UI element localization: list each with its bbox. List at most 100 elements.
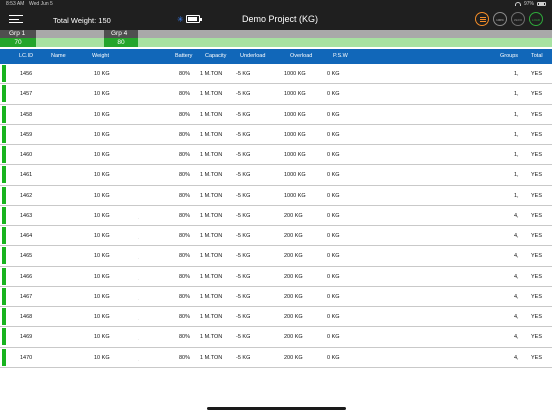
- cell-lcid: 1469: [20, 334, 33, 341]
- cell-groups: 1,: [514, 111, 519, 118]
- cell-overload: 200 KG: [284, 212, 303, 219]
- cell-groups: 4,: [514, 212, 519, 219]
- cell-lcid: 1458: [20, 111, 33, 118]
- cell-battery: 80%: [179, 354, 191, 361]
- table-row[interactable]: 1466. 10 KG 80% 1 M.TON -5 KG 200 KG 0 KG 4, YES: [0, 266, 552, 287]
- cell-total: YES: [531, 273, 543, 280]
- cell-lcid: 1461: [20, 172, 33, 179]
- cell-name-marker: .: [138, 275, 140, 281]
- cell-battery: 80%: [179, 212, 191, 219]
- percent-button[interactable]: 100%: [493, 12, 507, 26]
- cell-lcid: 1465: [20, 253, 33, 260]
- cell-name-marker: .: [138, 255, 140, 261]
- cell-capacity: 1 M.TON: [200, 354, 223, 361]
- col-capacity[interactable]: Capacity: [205, 53, 226, 59]
- cell-weight: 10 KG: [94, 273, 110, 280]
- cell-lcid: 1456: [20, 71, 33, 77]
- cell-weight: 10 KG: [94, 131, 110, 138]
- cell-psw: 0 KG: [327, 293, 340, 300]
- cell-groups: 4,: [514, 334, 519, 341]
- col-total[interactable]: Total: [531, 53, 543, 59]
- table-row[interactable]: 1468. 10 KG 80% 1 M.TON -5 KG 200 KG 0 KG 4, YES: [0, 307, 552, 328]
- table-row[interactable]: 1458 10 KG 80% 1 M.TON -5 KG 1000 KG 0 KG 1, YES: [0, 104, 552, 125]
- col-underload[interactable]: Underload: [240, 53, 265, 59]
- cell-total: YES: [531, 71, 543, 77]
- table-row[interactable]: 1464. 10 KG 80% 1 M.TON -5 KG 200 KG 0 KG 4, YES: [0, 226, 552, 247]
- table-row[interactable]: 1463. 10 KG 80% 1 M.TON -5 KG 200 KG 0 KG 4, YES: [0, 205, 552, 226]
- load-button[interactable]: LOAD: [529, 12, 543, 26]
- status-bar: 8:53 AM Wed Jun 5 97%: [0, 0, 552, 9]
- cell-weight: 10 KG: [94, 91, 110, 98]
- cell-weight: 10 KG: [94, 354, 110, 361]
- cell-psw: 0 KG: [327, 273, 340, 280]
- cell-underload: -5 KG: [236, 71, 251, 77]
- cell-overload: 200 KG: [284, 293, 303, 300]
- cell-weight: 10 KG: [94, 314, 110, 320]
- cell-total: YES: [531, 354, 543, 361]
- cell-groups: 1,: [514, 131, 519, 138]
- status-date: Wed Jun 5: [29, 1, 53, 7]
- cell-battery: 80%: [179, 334, 191, 341]
- table-row[interactable]: 1467. 10 KG 80% 1 M.TON -5 KG 200 KG 0 KG 4, YES: [0, 286, 552, 307]
- cell-total: YES: [531, 212, 543, 219]
- zero-button[interactable]: ZERO: [511, 12, 525, 26]
- cell-underload: -5 KG: [236, 212, 251, 219]
- col-battery[interactable]: Battery: [175, 53, 192, 59]
- cell-capacity: 1 M.TON: [200, 71, 223, 77]
- cell-capacity: 1 M.TON: [200, 253, 223, 260]
- cell-capacity: 1 M.TON: [200, 314, 223, 320]
- cell-overload: 1000 KG: [284, 152, 306, 158]
- cell-overload: 1000 KG: [284, 91, 306, 98]
- table-row[interactable]: 1461 10 KG 80% 1 M.TON -5 KG 1000 KG 0 KG 1, YES: [0, 165, 552, 186]
- group-card-4[interactable]: Grp 4 80: [104, 30, 138, 47]
- group-card-1[interactable]: Grp 1 70: [0, 30, 36, 47]
- status-indicator: [2, 85, 6, 103]
- cell-lcid: 1462: [20, 192, 33, 199]
- cell-underload: -5 KG: [236, 192, 251, 199]
- cell-overload: 1000 KG: [284, 71, 306, 77]
- table-row[interactable]: 1460 10 KG 80% 1 M.TON -5 KG 1000 KG 0 KG 1, YES: [0, 145, 552, 166]
- table-row[interactable]: 1456 10 KG 80% 1 M.TON -5 KG 1000 KG 0 KG 1, YES: [0, 64, 552, 85]
- table-row[interactable]: 1457 10 KG 80% 1 M.TON -5 KG 1000 KG 0 KG 1, YES: [0, 84, 552, 105]
- status-indicator: [2, 206, 6, 224]
- home-indicator[interactable]: [207, 407, 346, 410]
- cell-lcid: 1459: [20, 131, 33, 138]
- status-indicator: [2, 105, 6, 123]
- table-row[interactable]: 1462 10 KG 80% 1 M.TON -5 KG 1000 KG 0 KG 1, YES: [0, 185, 552, 206]
- table-row[interactable]: 1459 10 KG 80% 1 M.TON -5 KG 1000 KG 0 KG 1, YES: [0, 124, 552, 145]
- cell-groups: 1,: [514, 91, 519, 98]
- col-lcid[interactable]: LC.ID: [19, 53, 33, 59]
- cell-psw: 0 KG: [327, 192, 340, 199]
- cell-total: YES: [531, 293, 543, 300]
- menu-icon[interactable]: [9, 15, 23, 24]
- col-psw[interactable]: P.S.W: [333, 53, 348, 59]
- col-weight[interactable]: Weight: [92, 53, 109, 59]
- total-weight-label: Total Weight: 150: [53, 16, 111, 25]
- table-row[interactable]: 1470. 10 KG 80% 1 M.TON -5 KG 200 KG 0 KG 4, YES: [0, 347, 552, 368]
- cell-overload: 1000 KG: [284, 111, 306, 118]
- app-header: 8:53 AM Wed Jun 5 97% Total Weight: 150 …: [0, 0, 552, 30]
- cell-underload: -5 KG: [236, 91, 251, 98]
- cell-psw: 0 KG: [327, 91, 340, 98]
- cell-capacity: 1 M.TON: [200, 273, 223, 280]
- cell-battery: 80%: [179, 273, 191, 280]
- cell-groups: 4,: [514, 293, 519, 300]
- cell-battery: 80%: [179, 131, 191, 138]
- table-row[interactable]: 1469. 10 KG 80% 1 M.TON -5 KG 200 KG 0 KG 4, YES: [0, 327, 552, 348]
- cell-weight: 10 KG: [94, 253, 110, 260]
- list-view-button[interactable]: [475, 12, 489, 26]
- cell-total: YES: [531, 314, 543, 320]
- bluetooth-icon: ✳: [177, 15, 184, 24]
- col-overload[interactable]: Overload: [290, 53, 312, 59]
- cell-underload: -5 KG: [236, 334, 251, 341]
- cell-battery: 80%: [179, 293, 191, 300]
- cell-battery: 80%: [179, 233, 191, 239]
- col-groups[interactable]: Groups: [500, 53, 518, 59]
- group-name: Grp 4: [104, 30, 138, 38]
- col-name[interactable]: Name: [51, 53, 66, 59]
- cell-weight: 10 KG: [94, 293, 110, 300]
- cell-overload: 200 KG: [284, 233, 303, 239]
- cell-overload: 1000 KG: [284, 192, 306, 199]
- table-row[interactable]: 1465. 10 KG 80% 1 M.TON -5 KG 200 KG 0 KG 4, YES: [0, 246, 552, 267]
- battery-icon: [186, 15, 202, 23]
